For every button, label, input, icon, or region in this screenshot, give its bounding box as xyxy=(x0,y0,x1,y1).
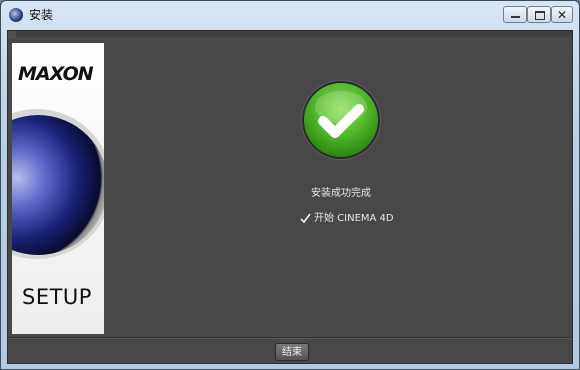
launch-cinema4d-label: 开始 CINEMA 4D xyxy=(314,213,394,224)
installer-panel: MAXON SETUP 安装成功完成 开始 CINEMA 4D 结束 xyxy=(7,30,573,364)
setup-banner: MAXON SETUP xyxy=(12,43,104,334)
checkmark-icon[interactable] xyxy=(300,213,311,224)
status-message: 安装成功完成 xyxy=(311,188,371,199)
finish-button[interactable]: 结束 xyxy=(275,343,309,361)
footer-divider-highlight xyxy=(8,338,572,339)
close-button[interactable]: ✕ xyxy=(551,6,573,23)
maxon-logo: MAXON xyxy=(18,63,94,85)
installer-window: 安装 ✕ MAXON SETUP 安装成功完成 开始 CINEMA 4D 结束 xyxy=(0,0,580,370)
minimize-icon xyxy=(511,16,520,18)
launch-cinema4d-checkbox[interactable]: 开始 CINEMA 4D xyxy=(300,212,394,226)
window-title: 安装 xyxy=(29,8,54,22)
maximize-icon xyxy=(535,11,545,20)
minimize-button[interactable] xyxy=(503,6,527,23)
grip-texture xyxy=(8,31,16,39)
setup-label: SETUP xyxy=(22,285,92,309)
top-band xyxy=(8,31,572,37)
title-bar[interactable]: 安装 ✕ xyxy=(1,1,579,29)
close-icon: ✕ xyxy=(557,8,568,22)
success-check-icon xyxy=(304,83,378,157)
cinema4d-app-icon xyxy=(9,8,23,22)
maximize-button[interactable] xyxy=(527,6,551,23)
